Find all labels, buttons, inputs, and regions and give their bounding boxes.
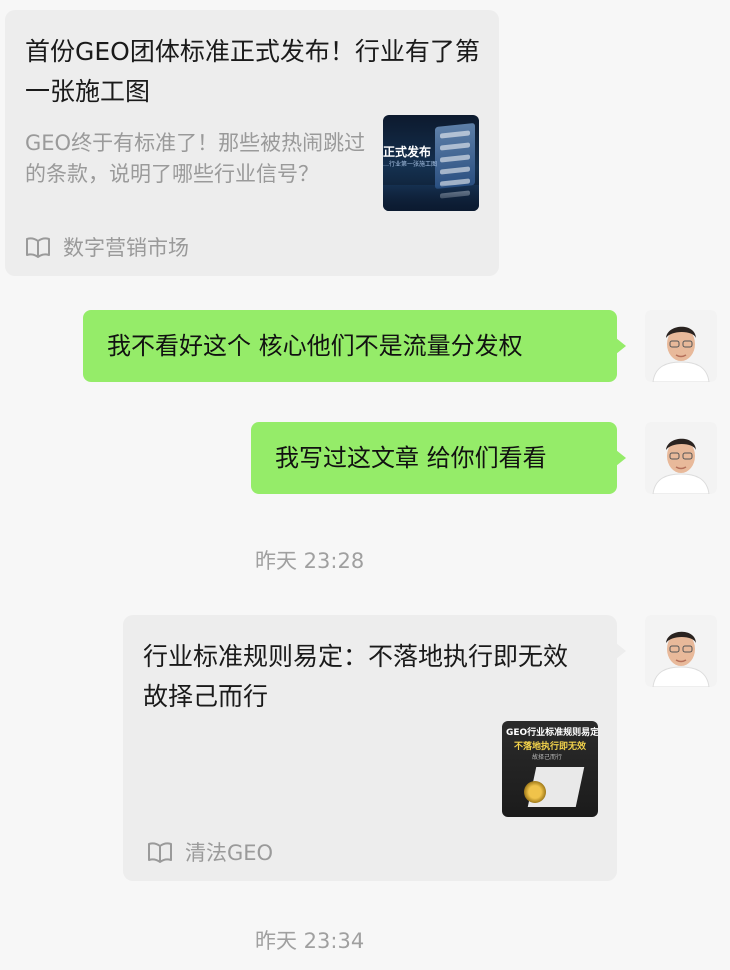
chat-window: 首份GEO团体标准正式发布！行业有了第一张施工图 GEO终于有标准了！那些被热闹… [0, 0, 730, 970]
avatar[interactable] [645, 310, 717, 382]
message-text: 我写过这文章 给你们看看 [275, 444, 547, 472]
thumbnail-text: 故择己而行 [532, 754, 563, 761]
avatar-image [645, 615, 717, 687]
source-name: 清法GEO [185, 841, 274, 865]
book-icon [148, 842, 172, 863]
avatar[interactable] [645, 422, 717, 494]
shared-article-card[interactable]: 行业标准规则易定：不落地执行即无效 故择己而行 GEO行业标准规则易定 不落地执… [123, 615, 626, 881]
article-title: 首份GEO团体标准正式发布！行业有了第一张施工图 [25, 37, 480, 106]
thumbnail-subtext: …行业第一张施工图 [383, 161, 438, 168]
sent-message-bubble[interactable]: 我写过这文章 给你们看看 [251, 422, 626, 494]
thumbnail-text: GEO行业标准规则易定 [506, 728, 598, 738]
avatar-image [645, 422, 717, 494]
article-description: GEO终于有标准了！那些被热闹跳过的条款，说明了哪些行业信号？ [25, 131, 366, 186]
avatar-image [645, 310, 717, 382]
thumbnail-text: 正式发布 [383, 145, 432, 159]
source-name: 数字营销市场 [63, 236, 189, 260]
article-title: 行业标准规则易定：不落地执行即无效 故择己而行 [143, 642, 569, 711]
article-source: 清法GEO [147, 837, 273, 867]
avatar[interactable] [645, 615, 717, 687]
timestamp: 昨天 23:34 [255, 929, 365, 953]
article-thumbnail: GEO行业标准规则易定 不落地执行即无效 故择己而行 [502, 721, 598, 817]
sent-message-bubble[interactable]: 我不看好这个 核心他们不是流量分发权 [83, 310, 626, 382]
article-source: 数字营销市场 [25, 232, 189, 262]
article-thumbnail: 正式发布 …行业第一张施工图 [383, 115, 479, 211]
message-text: 我不看好这个 核心他们不是流量分发权 [107, 332, 523, 360]
thumbnail-text: 不落地执行即无效 [514, 742, 587, 752]
shared-article-card[interactable]: 首份GEO团体标准正式发布！行业有了第一张施工图 GEO终于有标准了！那些被热闹… [5, 10, 499, 276]
timestamp: 昨天 23:28 [255, 549, 365, 573]
book-icon [26, 237, 50, 258]
